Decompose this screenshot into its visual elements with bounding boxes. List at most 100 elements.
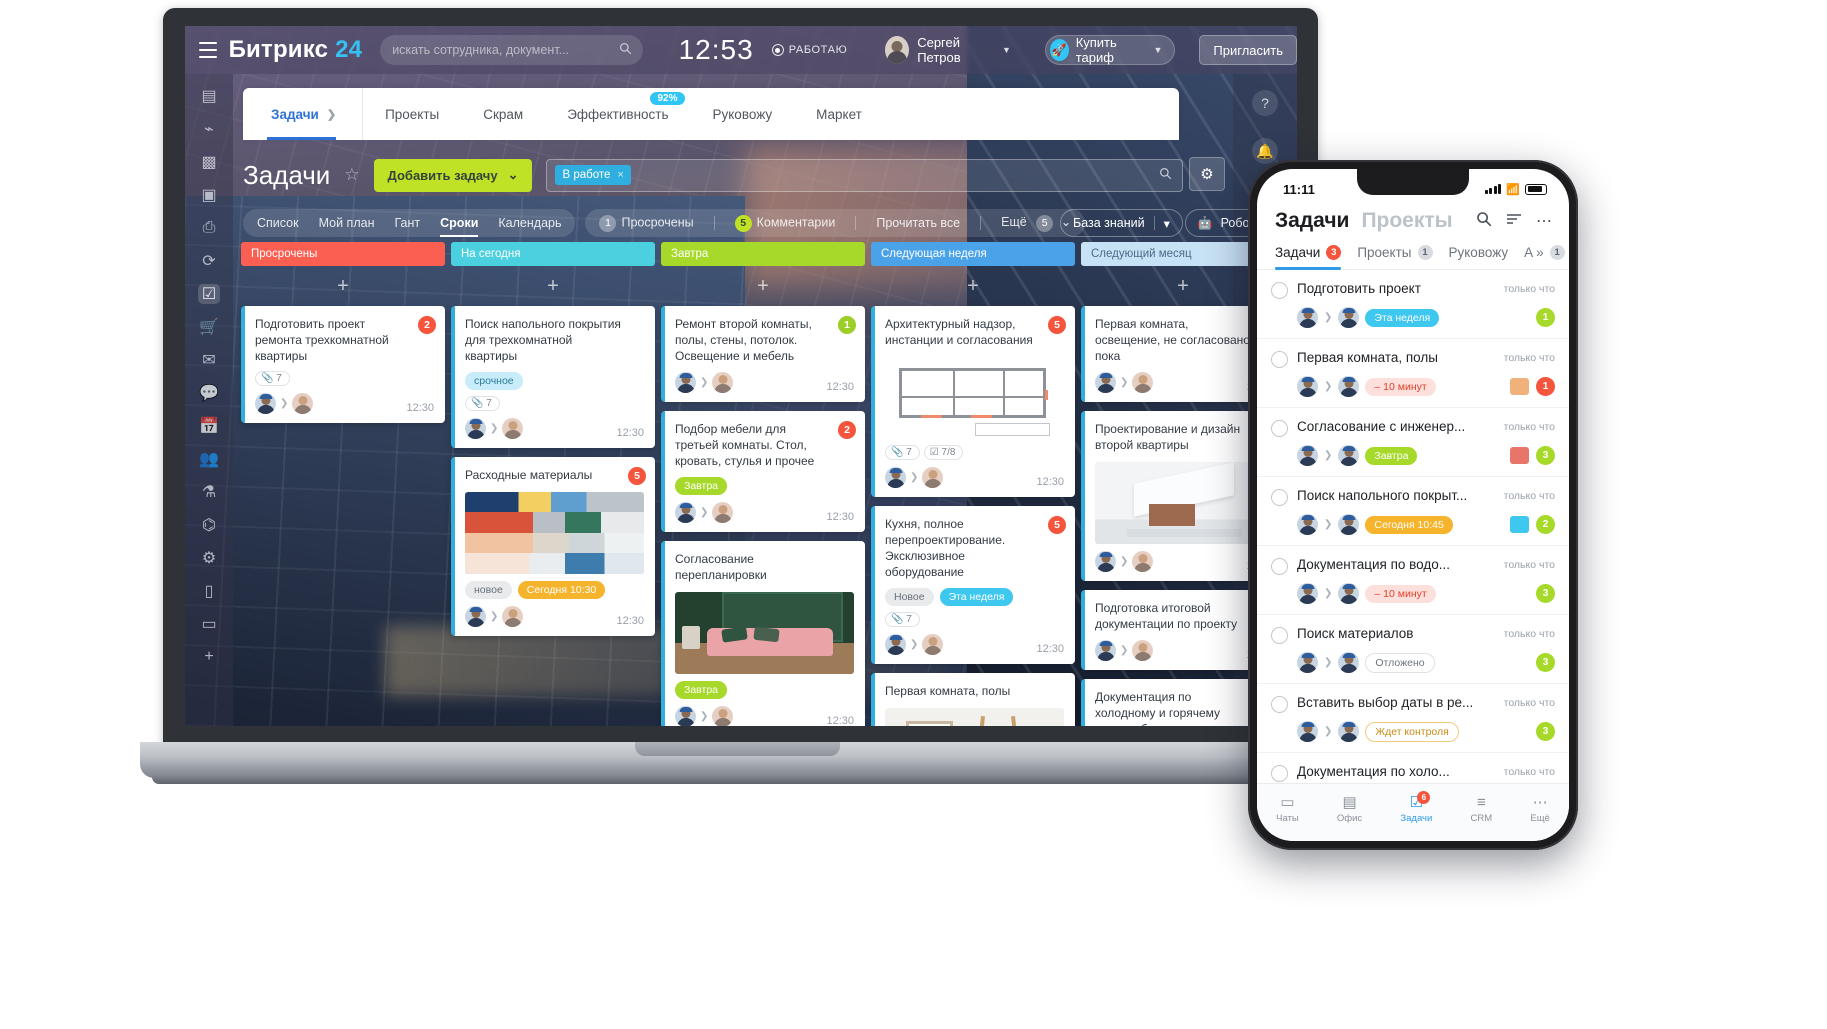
work-status[interactable]: РАБОТАЮ xyxy=(771,44,848,56)
global-search-input[interactable]: искать сотрудника, документ... xyxy=(380,35,643,65)
phone-list-item[interactable]: Согласование с инженер... только что ❯ Завт… xyxy=(1257,408,1569,477)
tab-tasks[interactable]: Задачи ❯ xyxy=(243,88,364,140)
phone-item-checkbox[interactable] xyxy=(1271,282,1288,299)
card-tag[interactable]: Завтра xyxy=(675,680,728,699)
phone-title-projects[interactable]: Проекты xyxy=(1361,209,1452,233)
card-assignees[interactable]: ❯ xyxy=(885,633,944,655)
task-card[interactable]: Согласование перепланировки Завтра ❯ 12:30 xyxy=(661,540,865,726)
phone-item-checkbox[interactable] xyxy=(1271,420,1288,437)
card-assignees[interactable]: ❯ xyxy=(1095,639,1154,661)
knowledge-base-button[interactable]: База знаний ▾ xyxy=(1060,209,1183,237)
phone-list-item[interactable]: Документация по водо... только что ❯ – 10 м… xyxy=(1257,546,1569,615)
view-myplan[interactable]: Мой план xyxy=(319,216,375,230)
card-assignees[interactable]: ❯ xyxy=(675,371,734,393)
task-card[interactable]: Первая комната, полы❯ xyxy=(871,672,1075,726)
card-tag[interactable]: новое xyxy=(465,580,512,599)
phone-tab-3[interactable]: A » 1 xyxy=(1524,245,1565,269)
task-card[interactable]: 5 Расходные материалы новое Сегодня 10:30 ❯ 1… xyxy=(451,456,655,636)
phone-item-tag[interactable]: Эта неделя xyxy=(1365,308,1440,327)
task-card[interactable]: 1 Ремонт второй комнаты, полы, стены, пот… xyxy=(661,306,865,402)
phone-tab-1[interactable]: Проекты 1 xyxy=(1357,245,1433,269)
phone-list-item[interactable]: Поиск напольного покрыт... только что ❯ Сег… xyxy=(1257,477,1569,546)
app-logo[interactable]: Битрикс 24 xyxy=(229,36,363,64)
phone-item-checkbox[interactable] xyxy=(1271,558,1288,575)
task-card[interactable]: 5 Кухня, полное перепроектирование. Экскл… xyxy=(871,505,1075,664)
tab-projects[interactable]: Проекты xyxy=(363,88,461,140)
help-icon[interactable]: ? xyxy=(1252,90,1278,116)
card-tag[interactable]: Эта неделя xyxy=(939,587,1014,606)
sidebar-item-company[interactable]: 👥 xyxy=(198,449,220,469)
phone-item-tag[interactable]: Сегодня 10:45 xyxy=(1365,515,1453,534)
buy-plan-button[interactable]: 🚀 Купить тариф ▼ xyxy=(1044,35,1176,65)
add-task-button[interactable]: Добавить задачу ⌄ xyxy=(373,158,533,192)
sidebar-item-print[interactable]: ⎙ xyxy=(198,218,220,238)
phone-nav-crm-icon[interactable]: ≡ CRM xyxy=(1471,795,1493,824)
search-icon[interactable] xyxy=(1476,211,1492,232)
sidebar-item-more[interactable]: ▭ xyxy=(198,614,220,634)
add-card-button[interactable]: + xyxy=(241,266,445,306)
card-assignees[interactable]: ❯ xyxy=(675,705,734,726)
card-assignees[interactable]: ❯ xyxy=(465,417,524,439)
add-card-button[interactable]: + xyxy=(661,266,865,306)
sidebar-item-tasks[interactable]: ☑ xyxy=(198,284,220,304)
read-all-button[interactable]: Прочитать все xyxy=(876,216,960,230)
phone-item-checkbox[interactable] xyxy=(1271,489,1288,506)
phone-nav-chat-icon[interactable]: ▭ Чаты xyxy=(1276,795,1299,824)
tab-scrum[interactable]: Скрам xyxy=(461,88,545,140)
sidebar-item-settings[interactable]: ⚙ xyxy=(198,548,220,568)
phone-list-item[interactable]: Первая комната, полы только что ❯ – 10 мину… xyxy=(1257,339,1569,408)
phone-item-checkbox[interactable] xyxy=(1271,696,1288,713)
tab-market[interactable]: Маркет xyxy=(794,88,884,140)
filter-search-input[interactable]: В работе × xyxy=(546,158,1183,192)
column-header[interactable]: Следующая неделя xyxy=(871,242,1075,266)
more-dots-icon[interactable]: ⋯ xyxy=(1536,211,1553,231)
phone-tab-0[interactable]: Задачи 3 xyxy=(1275,245,1342,270)
card-tag[interactable]: Сегодня 10:30 xyxy=(517,580,606,599)
phone-nav-tasks-icon[interactable]: ☑ Задачи 6 xyxy=(1400,791,1432,824)
tab-supervise[interactable]: Руковожу xyxy=(691,88,795,140)
task-card[interactable]: Поиск напольного покрытия для трехкомнат… xyxy=(451,306,655,448)
card-assignees[interactable]: ❯ xyxy=(885,466,944,488)
card-assignees[interactable]: ❯ xyxy=(1095,371,1154,393)
card-assignees[interactable]: ❯ xyxy=(255,392,314,414)
phone-title-tasks[interactable]: Задачи xyxy=(1275,209,1349,233)
view-gantt[interactable]: Гант xyxy=(394,216,420,230)
sidebar-item-mail[interactable]: ✉ xyxy=(198,350,220,370)
user-menu[interactable]: Сергей Петров ▼ xyxy=(885,35,1011,65)
invite-button[interactable]: Пригласить xyxy=(1199,35,1297,65)
card-assignees[interactable]: ❯ xyxy=(675,501,734,523)
tab-efficiency[interactable]: Эффективность 92% xyxy=(545,88,690,140)
sidebar-item-calendar[interactable]: 📅 xyxy=(198,416,220,436)
view-deadlines[interactable]: Сроки xyxy=(440,216,479,237)
phone-nav-more-icon[interactable]: ⋯ Ещё xyxy=(1530,795,1549,824)
column-header[interactable]: Завтра xyxy=(661,242,865,266)
comments-counter[interactable]: 5 Комментарии xyxy=(734,214,835,232)
sidebar-item-analytics[interactable]: ⚗ xyxy=(198,482,220,502)
sidebar-item-shop[interactable]: 🛒 xyxy=(198,317,220,337)
sidebar-item-feed[interactable]: ▤ xyxy=(198,86,220,106)
column-header[interactable]: На сегодня xyxy=(451,242,655,266)
menu-burger-icon[interactable] xyxy=(199,42,217,58)
phone-item-tag[interactable]: Ждет контроля xyxy=(1365,721,1459,742)
filter-icon[interactable] xyxy=(1506,212,1522,231)
phone-list-item[interactable]: Подготовить проект только что ❯ Эта неделя 1 xyxy=(1257,270,1569,339)
phone-item-tag[interactable]: Завтра xyxy=(1365,446,1418,465)
view-list[interactable]: Список xyxy=(257,216,299,230)
close-icon[interactable]: × xyxy=(617,169,623,181)
settings-gear-icon[interactable]: ⚙ xyxy=(1189,157,1225,191)
card-tag[interactable]: Завтра xyxy=(675,476,728,495)
sidebar-item-add[interactable]: + xyxy=(198,647,220,667)
phone-list-item[interactable]: Вставить выбор даты в ре... только что ❯ Жд… xyxy=(1257,684,1569,753)
phone-nav-office-icon[interactable]: ▤ Офис xyxy=(1337,795,1362,824)
phone-item-tag[interactable]: – 10 минут xyxy=(1365,377,1436,396)
phone-list-item[interactable]: Поиск материалов только что ❯ Отложено 3 xyxy=(1257,615,1569,684)
sidebar-item-mobile[interactable]: ▯ xyxy=(198,581,220,601)
favorite-star-icon[interactable]: ☆ xyxy=(344,165,359,185)
phone-item-checkbox[interactable] xyxy=(1271,627,1288,644)
task-card[interactable]: 2 Подготовить проект ремонта трехкомнатно… xyxy=(241,306,445,423)
card-tag[interactable]: срочное xyxy=(465,371,523,390)
add-card-button[interactable]: + xyxy=(451,266,655,306)
sidebar-item-chat[interactable]: 💬 xyxy=(198,383,220,403)
filter-chip[interactable]: В работе × xyxy=(555,165,631,185)
task-card[interactable]: 5 Архитектурный надзор, инстанции и согла… xyxy=(871,306,1075,497)
